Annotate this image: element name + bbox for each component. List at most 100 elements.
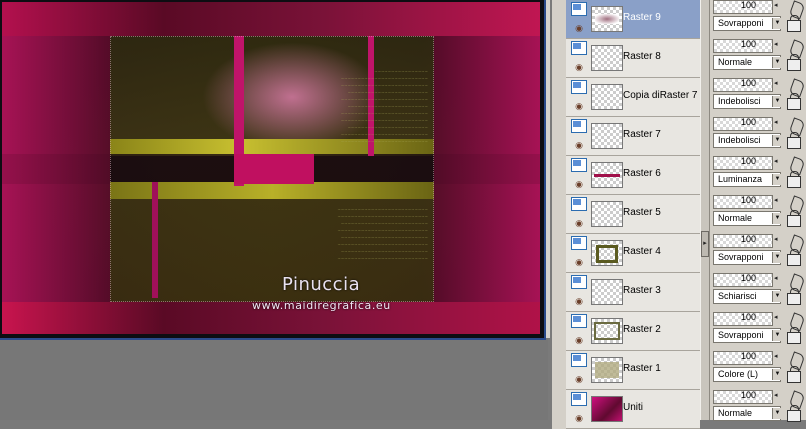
blend-mode-select[interactable]: Colore (L) <box>713 367 781 382</box>
layer-row[interactable]: ◉ Raster 3 100 ◂ Schiarisci ▼ <box>552 273 806 312</box>
layer-row[interactable]: ◉ Raster 1 100 ◂ Colore (L) ▼ <box>552 351 806 390</box>
chevron-down-icon[interactable]: ▼ <box>772 369 782 380</box>
lock-icon[interactable] <box>785 156 806 192</box>
layer-visibility-icon[interactable] <box>571 275 587 289</box>
layer-visibility-icon[interactable] <box>571 353 587 367</box>
opacity-arrow-icon[interactable]: ◂ <box>774 118 778 126</box>
lock-icon[interactable] <box>785 117 806 153</box>
lock-icon[interactable] <box>785 78 806 114</box>
opacity-arrow-icon[interactable]: ◂ <box>774 391 778 399</box>
layer-visibility-icon[interactable] <box>571 41 587 55</box>
blend-mode-select[interactable]: Luminanza <box>713 172 781 187</box>
chevron-down-icon[interactable]: ▼ <box>772 96 782 107</box>
eye-icon[interactable]: ◉ <box>572 180 586 189</box>
layer-visibility-icon[interactable] <box>571 80 587 94</box>
lock-icon[interactable] <box>785 312 806 348</box>
layer-name-cell[interactable]: ◉ Raster 5 <box>566 195 700 234</box>
chevron-down-icon[interactable]: ▼ <box>772 291 782 302</box>
lock-icon[interactable] <box>785 234 806 270</box>
chevron-down-icon[interactable]: ▼ <box>772 213 782 224</box>
chevron-down-icon[interactable]: ▼ <box>772 330 782 341</box>
document-scrollbar[interactable] <box>546 0 550 338</box>
blend-mode-select[interactable]: Normale <box>713 406 781 421</box>
opacity-arrow-icon[interactable]: ◂ <box>774 157 778 165</box>
layer-name-cell[interactable]: ◉ Raster 3 <box>566 273 700 312</box>
layer-gutter <box>552 273 566 312</box>
layer-row[interactable]: ◉ Raster 9 100 ◂ Sovrapponi ▼ <box>552 0 806 39</box>
chevron-down-icon[interactable]: ▼ <box>772 174 782 185</box>
layer-properties: 100 ◂ Indebolisci ▼ <box>711 117 806 156</box>
layer-visibility-icon[interactable] <box>571 119 587 133</box>
lock-icon[interactable] <box>785 351 806 387</box>
layer-properties: 100 ◂ Schiarisci ▼ <box>711 273 806 312</box>
artwork-canvas[interactable]: ~~~~~~~~~~~~~~~~ ~~~~~~~~~~~~~~~~~~~~~~~~… <box>2 2 540 334</box>
eye-icon[interactable]: ◉ <box>572 336 586 345</box>
eye-icon[interactable]: ◉ <box>572 24 586 33</box>
layer-row[interactable]: ◉ Raster 6 100 ◂ Luminanza ▼ <box>552 156 806 195</box>
lock-icon[interactable] <box>785 39 806 75</box>
blend-mode-select[interactable]: Normale <box>713 55 781 70</box>
layer-name-cell[interactable]: ◉ Copia diRaster 7 <box>566 78 700 117</box>
eye-icon[interactable]: ◉ <box>572 102 586 111</box>
layer-name-cell[interactable]: ◉ Raster 1 <box>566 351 700 390</box>
eye-icon[interactable]: ◉ <box>572 375 586 384</box>
layer-name-cell[interactable]: ◉ Raster 6 <box>566 156 700 195</box>
eye-icon[interactable]: ◉ <box>572 258 586 267</box>
chevron-down-icon[interactable]: ▼ <box>772 252 782 263</box>
layer-name-cell[interactable]: ◉ Raster 9 <box>566 0 700 39</box>
blend-mode-select[interactable]: Sovrapponi <box>713 328 781 343</box>
lock-icon[interactable] <box>785 273 806 309</box>
lock-icon[interactable] <box>785 390 806 426</box>
blend-mode-select[interactable]: Schiarisci <box>713 289 781 304</box>
lock-icon[interactable] <box>785 195 806 231</box>
layer-row[interactable]: ◉ Raster 4 100 ◂ Sovrapponi ▼ <box>552 234 806 273</box>
document-window[interactable]: ~~~~~~~~~~~~~~~~ ~~~~~~~~~~~~~~~~~~~~~~~~… <box>0 0 546 340</box>
lock-body <box>787 410 801 422</box>
eye-icon[interactable]: ◉ <box>572 219 586 228</box>
opacity-arrow-icon[interactable]: ◂ <box>774 274 778 282</box>
blend-mode-select[interactable]: Indebolisci <box>713 94 781 109</box>
opacity-arrow-icon[interactable]: ◂ <box>774 313 778 321</box>
blend-mode-select[interactable]: Sovrapponi <box>713 250 781 265</box>
lock-icon[interactable] <box>785 0 806 36</box>
layer-row[interactable]: ◉ Raster 7 100 ◂ Indebolisci ▼ <box>552 117 806 156</box>
layer-name-cell[interactable]: ◉ Raster 2 <box>566 312 700 351</box>
opacity-value: 100 <box>741 234 757 244</box>
layer-name-cell[interactable]: ◉ Raster 7 <box>566 117 700 156</box>
layer-visibility-icon[interactable] <box>571 2 587 16</box>
layer-row[interactable]: ◉ Copia diRaster 7 100 ◂ Indebolisci ▼ <box>552 78 806 117</box>
layer-visibility-icon[interactable] <box>571 158 587 172</box>
layer-visibility-icon[interactable] <box>571 392 587 406</box>
layer-row[interactable]: ◉ Uniti 100 ◂ Normale ▼ <box>552 390 806 429</box>
layer-row[interactable]: ◉ Raster 8 100 ◂ Normale ▼ <box>552 39 806 78</box>
layer-visibility-icon[interactable] <box>571 197 587 211</box>
layer-visibility-icon[interactable] <box>571 314 587 328</box>
eye-icon[interactable]: ◉ <box>572 297 586 306</box>
opacity-arrow-icon[interactable]: ◂ <box>774 235 778 243</box>
layer-name-cell[interactable]: ◉ Uniti <box>566 390 700 429</box>
chevron-down-icon[interactable]: ▼ <box>772 135 782 146</box>
layer-name-cell[interactable]: ◉ Raster 8 <box>566 39 700 78</box>
layer-row[interactable]: ◉ Raster 2 100 ◂ Sovrapponi ▼ <box>552 312 806 351</box>
layer-row[interactable]: ◉ Raster 5 100 ◂ Normale ▼ <box>552 195 806 234</box>
left-magenta-border <box>2 36 110 302</box>
eye-icon[interactable]: ◉ <box>572 414 586 423</box>
eye-icon[interactable]: ◉ <box>572 141 586 150</box>
blend-mode-select[interactable]: Sovrapponi <box>713 16 781 31</box>
opacity-arrow-icon[interactable]: ◂ <box>774 40 778 48</box>
layer-thumbnail <box>591 396 623 422</box>
layer-visibility-icon[interactable] <box>571 236 587 250</box>
chevron-down-icon[interactable]: ▼ <box>772 18 782 29</box>
layer-gutter <box>552 156 566 195</box>
blend-mode-select[interactable]: Normale <box>713 211 781 226</box>
opacity-arrow-icon[interactable]: ◂ <box>774 79 778 87</box>
eye-icon[interactable]: ◉ <box>572 63 586 72</box>
opacity-arrow-icon[interactable]: ◂ <box>774 1 778 9</box>
opacity-value: 100 <box>741 195 757 205</box>
chevron-down-icon[interactable]: ▼ <box>772 408 782 419</box>
opacity-arrow-icon[interactable]: ◂ <box>774 352 778 360</box>
chevron-down-icon[interactable]: ▼ <box>772 57 782 68</box>
layer-name-cell[interactable]: ◉ Raster 4 <box>566 234 700 273</box>
opacity-arrow-icon[interactable]: ◂ <box>774 196 778 204</box>
blend-mode-select[interactable]: Indebolisci <box>713 133 781 148</box>
